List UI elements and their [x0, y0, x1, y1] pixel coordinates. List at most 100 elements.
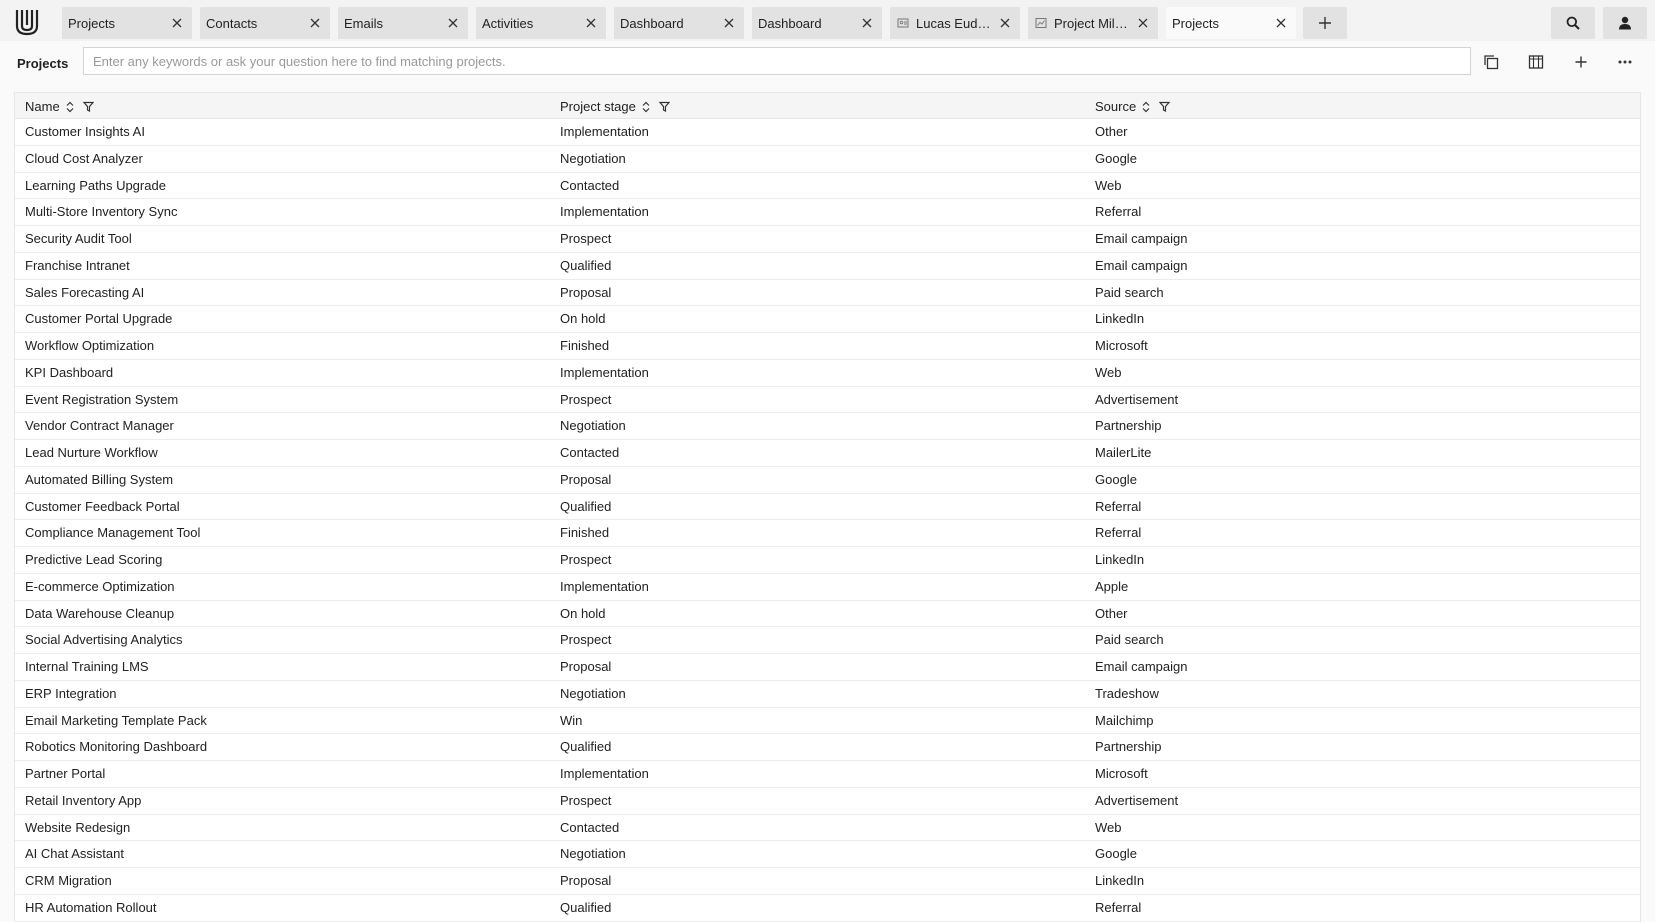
close-icon[interactable] — [584, 16, 598, 30]
table-row[interactable]: Retail Inventory App Prospect Advertisemen… — [15, 788, 1640, 815]
table-row[interactable]: Predictive Lead Scoring Prospect LinkedIn — [15, 547, 1640, 574]
cell-project-stage: Finished — [560, 338, 610, 353]
table-row[interactable]: Event Registration System Prospect Adverti… — [15, 387, 1640, 414]
tab-bar: Projects Contacts Emails Activities Dashboar… — [0, 0, 1655, 41]
table-row[interactable]: ERP Integration Negotiation Tradeshow — [15, 681, 1640, 708]
cell-source: Microsoft — [1095, 766, 1148, 781]
table-row[interactable]: Workflow Optimization Finished Microsoft — [15, 333, 1640, 360]
close-icon[interactable] — [1274, 16, 1288, 30]
tab-7[interactable]: Project Milest… — [1028, 7, 1158, 39]
global-search-button[interactable] — [1551, 7, 1595, 39]
filter-icon[interactable] — [658, 101, 670, 112]
close-icon[interactable] — [998, 16, 1012, 30]
more-options-button[interactable] — [1610, 47, 1640, 77]
table-row[interactable]: Internal Training LMS Proposal Email campa… — [15, 654, 1640, 681]
cell-source: MailerLite — [1095, 445, 1152, 460]
close-icon[interactable] — [722, 16, 736, 30]
tab-label: Dashboard — [620, 15, 684, 31]
cell-project-stage: On hold — [560, 311, 606, 327]
table-row[interactable]: Franchise Intranet Qualified Email campaig… — [15, 253, 1640, 280]
sort-icon[interactable] — [1142, 101, 1152, 113]
cell-source: Web — [1095, 177, 1122, 193]
tab-2[interactable]: Emails — [338, 7, 468, 39]
close-icon[interactable] — [308, 16, 322, 30]
table-row[interactable]: Social Advertising Analytics Prospect Paid… — [15, 627, 1640, 654]
cell-project-stage: Implementation — [560, 766, 649, 781]
tab-6[interactable]: Lucas Eudora… — [890, 7, 1020, 39]
tab-0[interactable]: Projects — [62, 7, 192, 39]
table-row[interactable]: Robotics Monitoring Dashboard Qualified Pa… — [15, 734, 1640, 761]
table-row[interactable]: Partner Portal Implementation Microsoft — [15, 761, 1640, 788]
cell-project-stage: Prospect — [560, 231, 612, 246]
table-row[interactable]: Customer Portal Upgrade On hold LinkedIn — [15, 306, 1640, 333]
cell-source: Referral — [1095, 525, 1142, 541]
cell-project-stage: Contacted — [560, 819, 620, 835]
tab-4[interactable]: Dashboard — [614, 7, 744, 39]
table-row[interactable]: Compliance Management Tool Finished Referr… — [15, 520, 1640, 547]
sort-icon[interactable] — [642, 101, 652, 113]
table-row[interactable]: Learning Paths Upgrade Contacted Web — [15, 173, 1640, 200]
cell-project-stage: Negotiation — [560, 150, 626, 166]
tab-label: Contacts — [206, 15, 258, 31]
search-input[interactable] — [83, 47, 1471, 75]
cell-project-stage: Qualified — [560, 739, 612, 755]
column-header-name[interactable]: Name — [25, 93, 94, 120]
filter-icon[interactable] — [1159, 101, 1171, 112]
add-tab-button[interactable] — [1303, 7, 1347, 39]
add-project-button[interactable] — [1566, 47, 1596, 77]
toolbar: Projects — [0, 41, 1655, 85]
cell-source: Tradeshow — [1095, 685, 1159, 701]
column-header-project-stage[interactable]: Project stage — [560, 93, 670, 120]
tab-1[interactable]: Contacts — [200, 7, 330, 39]
cell-name: Retail Inventory App — [25, 792, 142, 808]
table-row[interactable]: Cloud Cost Analyzer Negotiation Google — [15, 146, 1640, 173]
table-row[interactable]: Website Redesign Contacted Web — [15, 815, 1640, 842]
table-row[interactable]: Customer Feedback Portal Qualified Referra… — [15, 494, 1640, 521]
tab-label: Project Milest… — [1054, 15, 1130, 31]
table-row[interactable]: CRM Migration Proposal LinkedIn — [15, 868, 1640, 895]
app-logo[interactable] — [14, 8, 40, 36]
table-row[interactable]: Security Audit Tool Prospect Email campaig… — [15, 226, 1640, 253]
search-icon — [1566, 16, 1580, 30]
tab-label: Projects — [1172, 15, 1219, 31]
cell-project-stage: Qualified — [560, 498, 612, 514]
table-row[interactable]: Data Warehouse Cleanup On hold Other — [15, 601, 1640, 628]
cell-source: Web — [1095, 364, 1122, 380]
cell-name: Partner Portal — [25, 766, 106, 781]
cell-project-stage: Negotiation — [560, 685, 626, 701]
column-header-source[interactable]: Source — [1095, 93, 1171, 120]
sort-icon[interactable] — [66, 101, 76, 113]
table-header: Name Project stage Source — [15, 92, 1640, 119]
tab-3[interactable]: Activities — [476, 7, 606, 39]
table-row[interactable]: AI Chat Assistant Negotiation Google — [15, 841, 1640, 868]
copy-button[interactable] — [1476, 47, 1506, 77]
table-row[interactable]: Customer Insights AI Implementation Other — [15, 119, 1640, 146]
table-row[interactable]: Email Marketing Template Pack Win Mailchim… — [15, 708, 1640, 735]
cell-project-stage: Finished — [560, 525, 610, 541]
cell-name: Social Advertising Analytics — [25, 632, 183, 648]
ellipsis-icon — [1618, 60, 1632, 64]
tab-5[interactable]: Dashboard — [752, 7, 882, 39]
close-icon[interactable] — [170, 16, 184, 30]
board-view-button[interactable] — [1521, 47, 1551, 77]
table-row[interactable]: E-commerce Optimization Implementation App… — [15, 574, 1640, 601]
user-menu-button[interactable] — [1603, 7, 1647, 39]
close-icon[interactable] — [860, 16, 874, 30]
tab-8[interactable]: Projects — [1166, 7, 1296, 39]
table-row[interactable]: Lead Nurture Workflow Contacted MailerLite — [15, 440, 1640, 467]
cell-source: Paid search — [1095, 284, 1164, 300]
close-icon[interactable] — [1136, 16, 1150, 30]
tab-label: Activities — [482, 15, 534, 31]
cell-source: Microsoft — [1095, 338, 1148, 353]
table-row[interactable]: Sales Forecasting AI Proposal Paid search — [15, 280, 1640, 307]
table-row[interactable]: Automated Billing System Proposal Google — [15, 467, 1640, 494]
cell-source: Email campaign — [1095, 257, 1188, 273]
table-row[interactable]: Multi-Store Inventory Sync Implementation… — [15, 199, 1640, 226]
table-row[interactable]: KPI Dashboard Implementation Web — [15, 360, 1640, 387]
cell-name: Workflow Optimization — [25, 338, 155, 353]
table-row[interactable]: Vendor Contract Manager Negotiation Partne… — [15, 413, 1640, 440]
table-row[interactable]: HR Automation Rollout Qualified Referral — [15, 895, 1640, 922]
filter-icon[interactable] — [82, 101, 94, 112]
close-icon[interactable] — [446, 16, 460, 30]
cell-source: Google — [1095, 150, 1137, 166]
